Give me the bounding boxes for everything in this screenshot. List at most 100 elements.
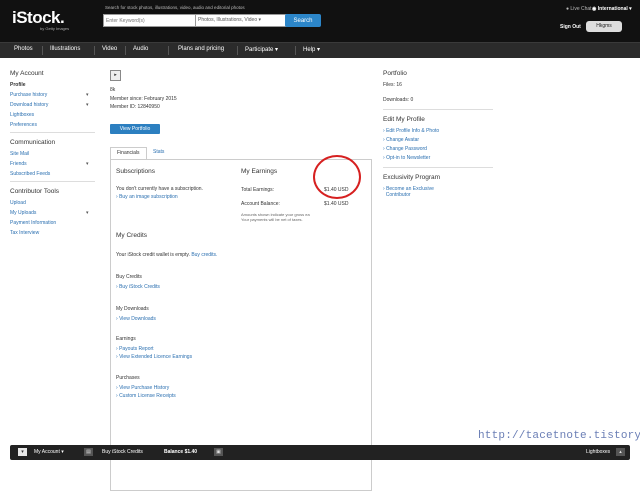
member-since: Member since: February 2015 (110, 96, 177, 102)
member-id: Member ID: 12840950 (110, 104, 160, 110)
files-count: Files: 16 (383, 82, 402, 88)
buy-subscription-label: Buy an image subscription (119, 194, 178, 200)
sidebar-item-preferences[interactable]: Preferences (10, 122, 100, 128)
portfolio-heading: Portfolio (383, 70, 407, 77)
bottom-toolbar: ▾ My Account ▾ ▤ Buy iStock Credits Bala… (10, 445, 630, 460)
sign-out-link[interactable]: Sign Out (560, 24, 581, 30)
chevron-down-icon: ▾ (86, 161, 89, 167)
globe-icon: ◉ (592, 6, 597, 12)
extended-licence-label: View Extended Licence Earnings (119, 354, 193, 360)
nav-video[interactable]: Video (102, 46, 117, 52)
nav-separator (125, 46, 126, 55)
chevron-down-icon: ▾ (86, 102, 89, 108)
avatar[interactable]: ▸ (110, 70, 121, 81)
sidebar-item-label: Friends (10, 161, 27, 167)
nav-photos[interactable]: Photos (14, 46, 33, 52)
account-balance-value: $1.40 USD (324, 201, 349, 207)
financials-panel: Subscriptions You don't currently have a… (110, 159, 372, 491)
credits-text: Your iStock credit wallet is empty. Buy … (116, 252, 217, 258)
sidebar-item-tax-interview[interactable]: Tax Interview (10, 230, 100, 236)
contributor-tools-heading: Contributor Tools (10, 188, 60, 195)
downloads-count: Downloads: 0 (383, 97, 414, 103)
earnings-note: Amounts shown indicate your gross ea You… (241, 212, 310, 222)
sidebar-item-site-mail[interactable]: Site Mail (10, 151, 100, 157)
extended-licence-link[interactable]: › View Extended Licence Earnings (116, 354, 192, 360)
payouts-report-link[interactable]: › Payouts Report (116, 346, 154, 352)
search-button[interactable]: Search (285, 14, 321, 27)
chevron-down-icon: ▾ (317, 47, 321, 53)
nav-help[interactable]: Help ▾ (303, 46, 320, 53)
chevron-down-icon: ▾ (86, 210, 89, 216)
buy-credits-inline-link[interactable]: Buy credits. (191, 252, 217, 258)
nav-plans-pricing[interactable]: Plans and pricing (178, 46, 224, 52)
sidebar-item-upload[interactable]: Upload (10, 200, 100, 206)
chevron-down-icon: ▾ (629, 6, 632, 12)
sidebar-item-subscribed-feeds[interactable]: Subscribed Feeds (10, 171, 100, 177)
language-selector[interactable]: ◉ International ▾ (592, 6, 632, 12)
nav-illustrations[interactable]: Illustrations (50, 46, 80, 52)
nav-separator (42, 46, 43, 55)
sidebar-item-lightboxes[interactable]: Lightboxes (10, 112, 100, 118)
nav-participate-label: Participate (245, 47, 274, 53)
newsletter-optin-link[interactable]: › Opt-in to Newsletter (383, 155, 503, 161)
sidebar-divider (10, 132, 95, 133)
view-downloads-link[interactable]: › View Downloads (116, 316, 156, 322)
sidebar-item-friends[interactable]: Friends ▾ (10, 161, 100, 167)
custom-receipts-link[interactable]: › Custom License Receipts (116, 393, 176, 399)
view-portfolio-button[interactable]: View Portfolio (110, 124, 160, 134)
purchase-history-link[interactable]: › View Purchase History (116, 385, 169, 391)
become-exclusive-link[interactable]: › Become an Exclusive Contributor (383, 186, 503, 198)
chevron-down-icon: ▾ (258, 17, 262, 23)
language-label: International (597, 6, 628, 12)
account-sidebar: My Account Profile Purchase history ▾ Dow… (10, 70, 100, 240)
live-chat-link[interactable]: ● Live Chat (566, 6, 592, 12)
edit-profile-heading: Edit My Profile (383, 116, 425, 123)
chat-icon: ● (566, 6, 570, 12)
bottom-my-account[interactable]: My Account ▾ (34, 449, 64, 455)
bottom-lightboxes[interactable]: Lightboxes (586, 449, 610, 455)
search-input[interactable] (103, 14, 199, 27)
my-earnings-heading: My Earnings (241, 168, 278, 175)
profile-username: 8k (110, 87, 116, 93)
my-credits-heading: My Credits (116, 232, 148, 239)
my-downloads-heading: My Downloads (116, 306, 149, 312)
nav-separator (237, 46, 238, 55)
tab-stats[interactable]: Stats (147, 147, 170, 158)
search-hint: Search for stock photos, illustrations, … (105, 5, 245, 10)
buy-istock-credits-link[interactable]: › Buy iStock Credits (116, 284, 160, 290)
search-area: Photos, Illustrations, Video ▾ Search (103, 14, 321, 27)
exclusivity-heading: Exclusivity Program (383, 174, 441, 181)
member-info: Member since: February 2015 Member ID: 1… (110, 95, 177, 111)
sidebar-item-label: Download history (10, 102, 49, 108)
nav-participate[interactable]: Participate ▾ (245, 46, 278, 53)
lightbox-icon[interactable]: ▴ (616, 448, 625, 456)
collapse-icon[interactable]: ▾ (18, 448, 27, 456)
nav-help-label: Help (303, 47, 316, 53)
view-downloads-label: View Downloads (119, 316, 156, 322)
main-nav: Photos Illustrations Video Audio Plans a… (0, 42, 640, 58)
istock-logo[interactable]: iStock. (12, 8, 65, 28)
nav-separator (295, 46, 296, 55)
buy-subscription-link[interactable]: › Buy an image subscription (116, 194, 178, 200)
sidebar-item-profile[interactable]: Profile (10, 82, 100, 88)
sidebar-item-payment-information[interactable]: Payment Information (10, 220, 100, 226)
change-avatar-link[interactable]: › Change Avatar (383, 137, 503, 143)
change-password-label: Change Password (386, 146, 427, 152)
total-earnings-label: Total Earnings: (241, 187, 275, 193)
nav-audio[interactable]: Audio (133, 46, 148, 52)
bottom-buy-credits[interactable]: Buy iStock Credits (102, 449, 143, 455)
lock-icon[interactable]: ▣ (214, 448, 223, 456)
top-bar: iStock. by Getty Images Search for stock… (0, 0, 640, 42)
sidebar-item-label: Purchase history (10, 92, 48, 98)
edit-profile-info-link[interactable]: › Edit Profile Info & Photo (383, 128, 503, 134)
newsletter-optin-label: Opt-in to Newsletter (386, 155, 431, 161)
search-type-select[interactable]: Photos, Illustrations, Video ▾ (195, 14, 289, 27)
subscriptions-heading: Subscriptions (116, 168, 156, 175)
earnings-note-line: Your payments will be net of taxes. (241, 217, 303, 222)
sidebar-item-purchase-history[interactable]: Purchase history ▾ (10, 92, 100, 98)
username-badge[interactable]: Hkgms (586, 21, 622, 32)
sidebar-item-download-history[interactable]: Download history ▾ (10, 102, 100, 108)
change-password-link[interactable]: › Change Password (383, 146, 503, 152)
sidebar-item-my-uploads[interactable]: My Uploads ▾ (10, 210, 100, 216)
communication-heading: Communication (10, 139, 56, 146)
